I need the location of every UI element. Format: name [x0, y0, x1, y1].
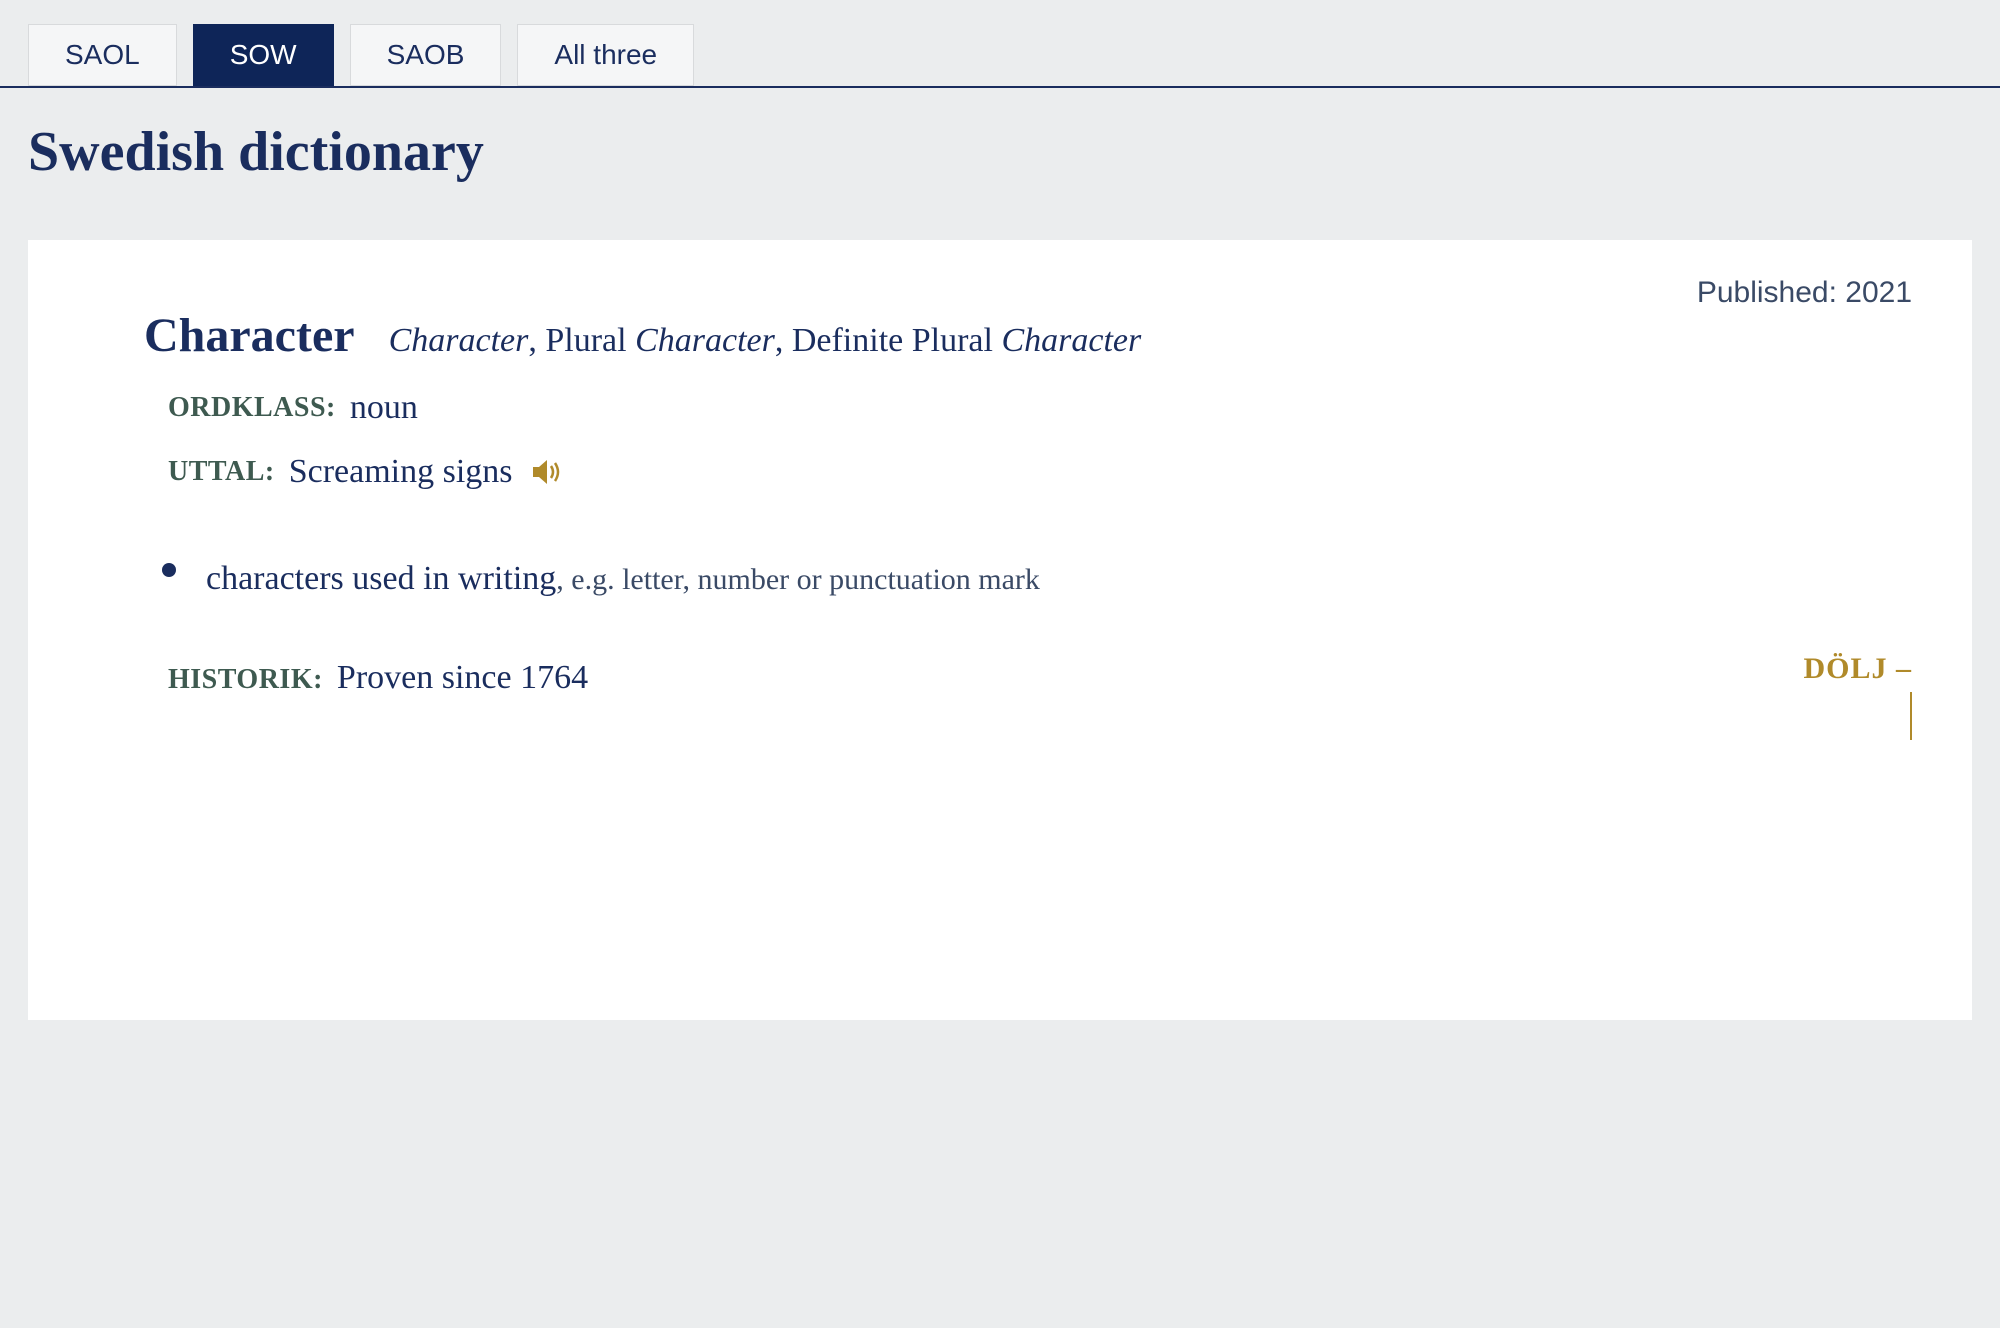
historik-value: Proven since 1764 [337, 659, 588, 697]
definition-main: characters used in writing [206, 560, 556, 597]
ordklass-value: noun [350, 389, 418, 427]
uttal-label: UTTAL: [168, 456, 275, 488]
inflection-base: Character [389, 322, 529, 359]
headword: Character [144, 308, 355, 363]
dictionary-tabs: SAOL SOW SAOB All three [0, 0, 2000, 88]
hide-label[interactable]: DÖLJ – [1803, 652, 1912, 686]
historik-row: HISTORIK: Proven since 1764 [168, 659, 1912, 697]
audio-icon[interactable] [531, 458, 563, 486]
hide-bar [1910, 692, 1912, 740]
definition-row: characters used in writing, e.g. letter,… [206, 555, 1912, 603]
inflection-plural: Character [635, 322, 775, 359]
uttal-row: UTTAL: Screaming signs [168, 453, 1912, 491]
inflection-defplural-label: Definite Plural [792, 322, 993, 359]
historik-label: HISTORIK: [168, 664, 323, 696]
bullet-icon [162, 563, 176, 577]
definition-block: characters used in writing, e.g. letter,… [206, 555, 1912, 603]
definition-explanation: , e.g. letter, number or punctuation mar… [556, 563, 1040, 596]
hide-toggle[interactable]: DÖLJ – [1803, 652, 1912, 740]
ordklass-row: ORDKLASS: noun [168, 389, 1912, 427]
headword-row: Character Character, Plural Character, D… [144, 308, 1912, 363]
page-title: Swedish dictionary [0, 88, 2000, 240]
uttal-value: Screaming signs [289, 453, 513, 491]
inflection-group: Character, Plural Character, Definite Pl… [389, 322, 1142, 360]
published-label: Published: 2021 [1697, 276, 1912, 310]
tab-saob[interactable]: SAOB [350, 24, 502, 86]
entry-card: Published: 2021 Character Character, Plu… [28, 240, 1972, 1020]
ordklass-label: ORDKLASS: [168, 392, 336, 424]
tab-sow[interactable]: SOW [193, 24, 334, 86]
inflection-plural-label: Plural [545, 322, 626, 359]
inflection-defplural: Character [1001, 322, 1141, 359]
tab-all-three[interactable]: All three [517, 24, 694, 86]
tab-saol[interactable]: SAOL [28, 24, 177, 86]
